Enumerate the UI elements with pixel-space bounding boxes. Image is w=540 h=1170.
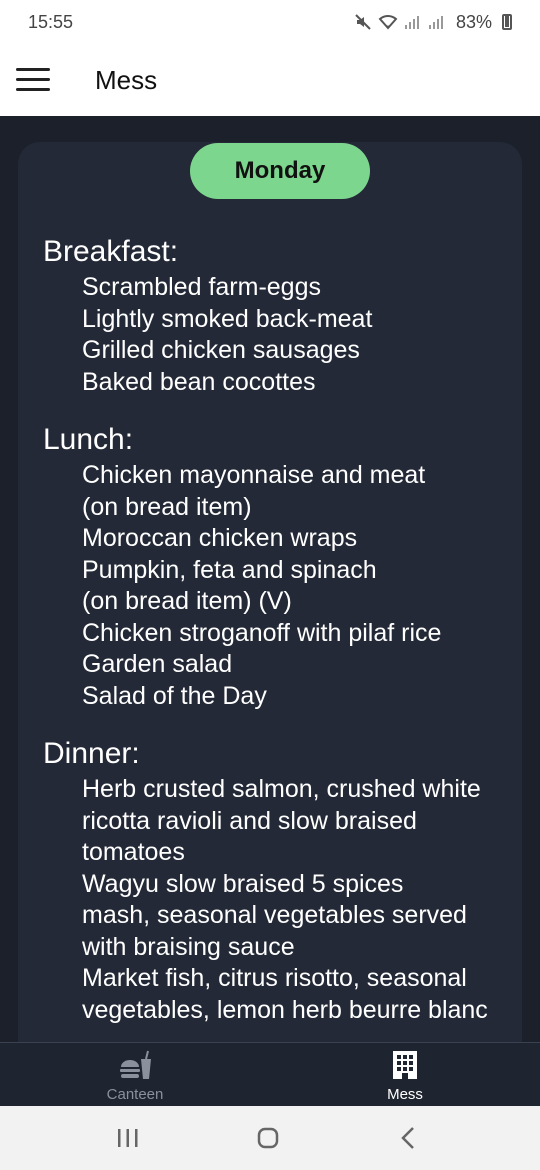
nav-mess-label: Mess (387, 1086, 423, 1103)
meal-title: Dinner: (43, 737, 140, 770)
meal-title: Breakfast: (43, 235, 179, 268)
mute-icon (355, 14, 371, 30)
meal-item: ricotta ravioli and slow braised (82, 806, 417, 835)
meal-item: Scrambled farm-eggs (82, 273, 321, 301)
system-nav-bar (0, 1106, 540, 1170)
battery-icon (502, 14, 512, 30)
meal-item: Market fish, citrus risotto, seasonal (82, 964, 467, 992)
back-icon (401, 1127, 414, 1149)
menu-icon[interactable] (16, 66, 50, 92)
meal-item: Lightly smoked back-meat (82, 304, 373, 333)
meal-title: Lunch: (43, 423, 134, 456)
meal-dinner: Dinner: Herb crusted salmon, crushed whi… (43, 734, 523, 1026)
status-time: 15:55 (28, 11, 74, 32)
meal-item: Chicken stroganoff with pilaf rice (82, 618, 442, 647)
meal-item: Chicken mayonnaise and meat (82, 461, 426, 489)
app-bar: Mess (0, 44, 540, 116)
bottom-nav: Canteen Mess (0, 1042, 540, 1106)
meal-list: Breakfast: Scrambled farm-eggs Lightly s… (43, 232, 523, 1048)
meal-breakfast: Breakfast: Scrambled farm-eggs Lightly s… (43, 232, 523, 398)
meal-item: (on bread item) (82, 492, 252, 521)
status-bar: 15:55 83% (0, 0, 540, 44)
meal-item: tomatoes (82, 838, 185, 866)
meal-item: vegetables, lemon herb beurre blanc (82, 995, 488, 1024)
meal-item: Moroccan chicken wraps (82, 524, 358, 552)
back-button[interactable] (378, 1122, 438, 1154)
nav-canteen-label: Canteen (106, 1086, 164, 1103)
day-selector-button[interactable]: Monday (190, 143, 370, 199)
meal-item: Grilled chicken sausages (82, 336, 360, 364)
canteen-icon (117, 1049, 153, 1086)
recents-icon (118, 1129, 138, 1147)
meal-item: Baked bean cocottes (82, 367, 316, 396)
meal-item: Herb crusted salmon, crushed white (82, 775, 481, 803)
recents-button[interactable] (98, 1122, 158, 1154)
nav-canteen[interactable]: Canteen (0, 1043, 270, 1107)
meal-item: (on bread item) (V) (82, 587, 292, 615)
home-icon (257, 1127, 279, 1149)
nav-mess[interactable]: Mess (270, 1043, 540, 1107)
status-indicators: 83% (354, 12, 512, 33)
meal-item: with braising sauce (82, 932, 295, 961)
status-icons (354, 13, 446, 31)
wifi-icon (378, 15, 398, 30)
meal-item: Pumpkin, feta and spinach (82, 555, 377, 584)
meal-item: Wagyu slow braised 5 spices (82, 869, 404, 898)
home-button[interactable] (238, 1122, 298, 1154)
signal-icon-2 (428, 16, 443, 29)
meal-item: Salad of the Day (82, 681, 267, 710)
meal-item: mash, seasonal vegetables served (82, 901, 467, 929)
page-title: Mess (95, 65, 158, 95)
meal-lunch: Lunch: Chicken mayonnaise and meat (on b… (43, 420, 523, 712)
battery-percent: 83% (455, 11, 492, 32)
building-icon (392, 1049, 418, 1086)
meal-item: Garden salad (82, 650, 233, 678)
signal-icon (404, 16, 419, 29)
